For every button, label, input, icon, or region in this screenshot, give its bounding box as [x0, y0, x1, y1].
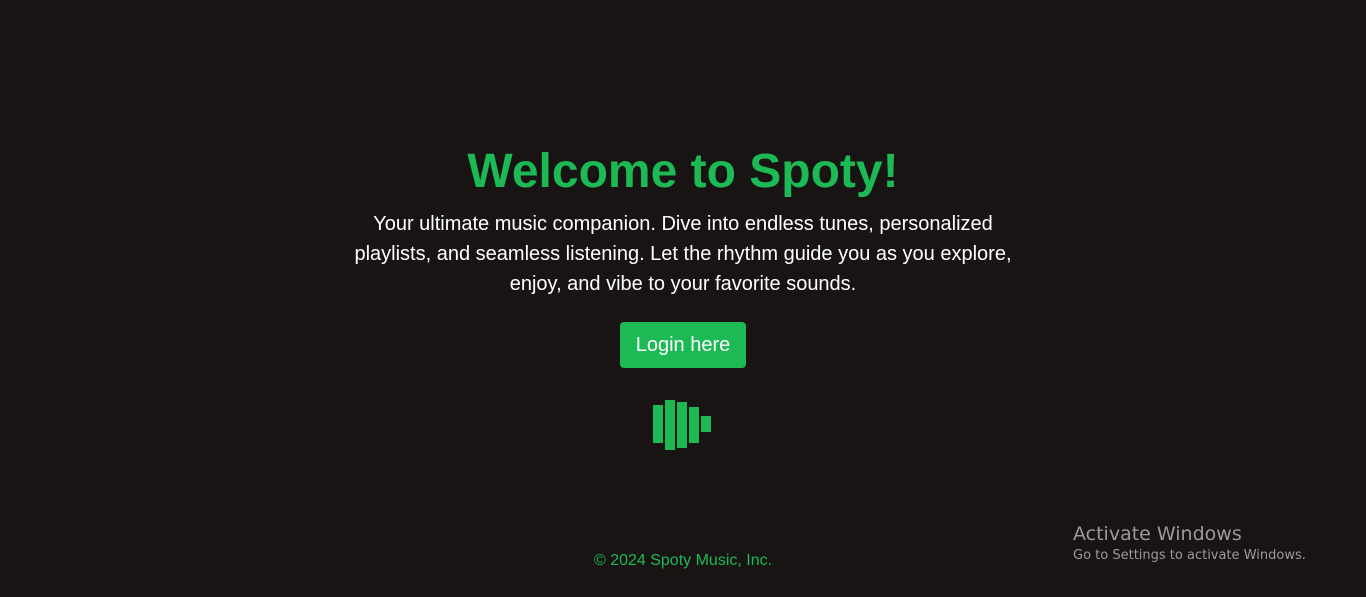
equalizer-bar: [677, 402, 687, 448]
landing-page: Welcome to Spoty! Your ultimate music co…: [0, 0, 1366, 597]
page-title: Welcome to Spoty!: [467, 145, 899, 198]
watermark-subtitle: Go to Settings to activate Windows.: [1073, 548, 1306, 563]
login-button[interactable]: Login here: [619, 322, 747, 368]
hero-section: Welcome to Spoty! Your ultimate music co…: [0, 143, 1366, 368]
equalizer-bar: [653, 405, 663, 443]
equalizer-bar: [689, 407, 699, 443]
activate-windows-watermark: Activate Windows Go to Settings to activ…: [1073, 522, 1306, 565]
equalizer-bars-icon: [653, 398, 713, 450]
equalizer-bar: [665, 400, 675, 450]
equalizer-bar: [701, 416, 711, 432]
watermark-title: Activate Windows: [1073, 523, 1242, 545]
tagline: Your ultimate music companion. Dive into…: [354, 213, 1012, 295]
